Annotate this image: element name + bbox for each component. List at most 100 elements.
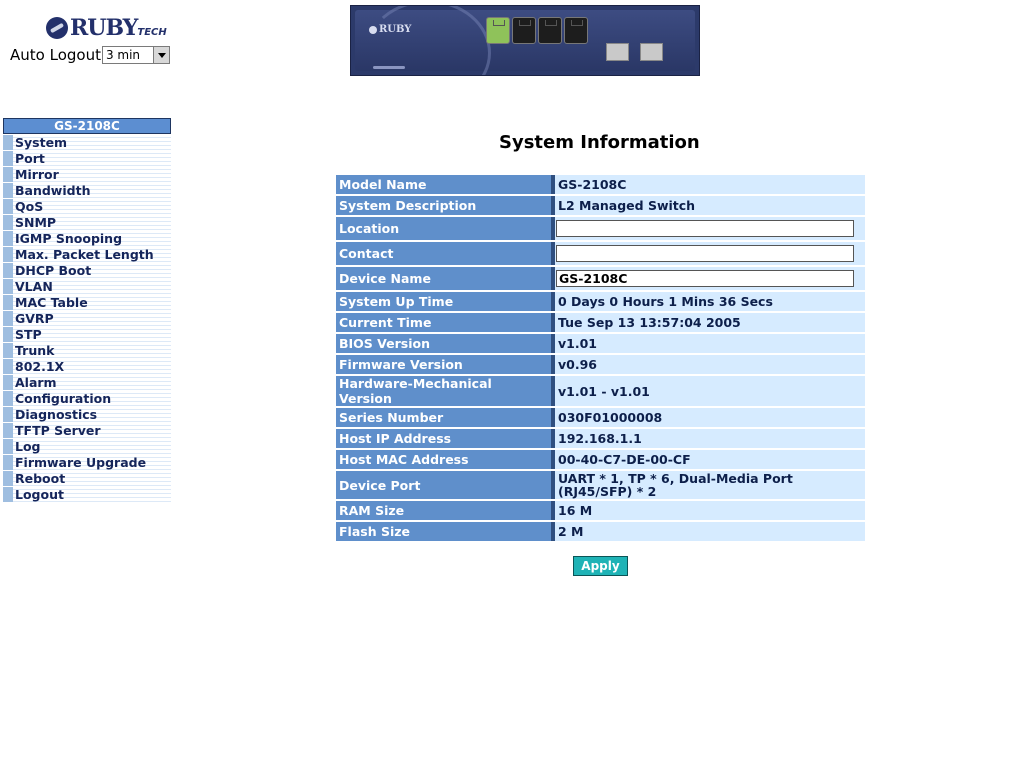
series-number-value: 030F01000008: [555, 408, 865, 427]
chevron-down-icon[interactable]: [152, 47, 169, 63]
sidebar-item-port[interactable]: Port: [3, 150, 171, 166]
device-port-value: UART * 1, TP * 6, Dual-Media Port (RJ45/…: [555, 471, 865, 499]
sidebar-item-logout[interactable]: Logout: [3, 486, 171, 502]
location-cell: [555, 217, 865, 240]
sidebar-item-tftp-server[interactable]: TFTP Server: [3, 422, 171, 438]
sfp-port-2-icon: [640, 43, 663, 61]
table-row: Device Name: [336, 267, 865, 290]
device-logo-text: RUBY: [379, 24, 412, 35]
sidebar-item-firmware-upgrade[interactable]: Firmware Upgrade: [3, 454, 171, 470]
menu-bullet-icon: [3, 454, 13, 470]
contact-input[interactable]: [556, 245, 854, 262]
system-description-label: System Description: [336, 196, 555, 215]
sidebar-item-label: IGMP Snooping: [15, 230, 123, 246]
series-number-label: Series Number: [336, 408, 555, 427]
sidebar-item-bandwidth[interactable]: Bandwidth: [3, 182, 171, 198]
sidebar-item-label: GVRP: [15, 310, 54, 326]
port-4-icon: [564, 17, 588, 44]
sidebar-item-label: Mirror: [15, 166, 59, 182]
sfp-port-1-icon: [606, 43, 629, 61]
table-row: Host MAC Address 00-40-C7-DE-00-CF: [336, 450, 865, 469]
menu-bullet-icon: [3, 198, 13, 214]
auto-logout-select[interactable]: 3 min: [101, 46, 170, 64]
ram-size-label: RAM Size: [336, 501, 555, 520]
sidebar-item-configuration[interactable]: Configuration: [3, 390, 171, 406]
sidebar-item-stp[interactable]: STP: [3, 326, 171, 342]
model-name-value: GS-2108C: [555, 175, 865, 194]
menu-bullet-icon: [3, 214, 13, 230]
sidebar-item-label: Diagnostics: [15, 406, 98, 422]
sidebar-item-label: TFTP Server: [15, 422, 101, 438]
device-slot: [373, 66, 405, 69]
sidebar-item-label: Bandwidth: [15, 182, 91, 198]
menu-bullet-icon: [3, 262, 13, 278]
port-2-icon: [512, 17, 536, 44]
current-time-label: Current Time: [336, 313, 555, 332]
menu-bullet-icon: [3, 358, 13, 374]
host-mac-address-label: Host MAC Address: [336, 450, 555, 469]
device-name-input[interactable]: [556, 270, 854, 287]
sidebar-item-label: Logout: [15, 486, 64, 502]
table-row: Model Name GS-2108C: [336, 175, 865, 194]
hardware-mechanical-version-value: v1.01 - v1.01: [555, 376, 865, 406]
menu-bullet-icon: [3, 406, 13, 422]
menu-bullet-icon: [3, 422, 13, 438]
apply-button[interactable]: Apply: [573, 556, 628, 576]
menu-bullet-icon: [3, 166, 13, 182]
flash-size-value: 2 M: [555, 522, 865, 541]
sidebar-item-label: Max. Packet Length: [15, 246, 154, 262]
sidebar-item-trunk[interactable]: Trunk: [3, 342, 171, 358]
logo-subtext: TECH: [137, 26, 167, 38]
sidebar-item-snmp[interactable]: SNMP: [3, 214, 171, 230]
hardware-mechanical-version-label: Hardware-Mechanical Version: [336, 376, 555, 406]
sidebar-item-mirror[interactable]: Mirror: [3, 166, 171, 182]
port-3-icon: [538, 17, 562, 44]
auto-logout-value: 3 min: [105, 48, 141, 62]
host-mac-address-value: 00-40-C7-DE-00-CF: [555, 450, 865, 469]
sidebar-item-vlan[interactable]: VLAN: [3, 278, 171, 294]
location-input[interactable]: [556, 220, 854, 237]
menu-bullet-icon: [3, 150, 13, 166]
sidebar-header[interactable]: GS-2108C: [3, 118, 171, 134]
sidebar-item-8021x[interactable]: 802.1X: [3, 358, 171, 374]
menu-bullet-icon: [3, 246, 13, 262]
sidebar-item-reboot[interactable]: Reboot: [3, 470, 171, 486]
table-row: Current Time Tue Sep 13 13:57:04 2005: [336, 313, 865, 332]
table-row: RAM Size 16 M: [336, 501, 865, 520]
sidebar-item-label: QoS: [15, 198, 44, 214]
table-row: BIOS Version v1.01: [336, 334, 865, 353]
sidebar-item-label: Firmware Upgrade: [15, 454, 147, 470]
host-ip-address-value: 192.168.1.1: [555, 429, 865, 448]
sidebar-item-dhcp-boot[interactable]: DHCP Boot: [3, 262, 171, 278]
sidebar-item-system[interactable]: System: [3, 134, 171, 150]
device-port-label: Device Port: [336, 471, 555, 499]
system-up-time-value: 0 Days 0 Hours 1 Mins 36 Secs: [555, 292, 865, 311]
system-up-time-label: System Up Time: [336, 292, 555, 311]
table-row: Contact: [336, 242, 865, 265]
menu-bullet-icon: [3, 342, 13, 358]
menu-bullet-icon: [3, 294, 13, 310]
sidebar-item-diagnostics[interactable]: Diagnostics: [3, 406, 171, 422]
sidebar-item-igmp-snooping[interactable]: IGMP Snooping: [3, 230, 171, 246]
sidebar-item-gvrp[interactable]: GVRP: [3, 310, 171, 326]
menu-bullet-icon: [3, 438, 13, 454]
table-row: Firmware Version v0.96: [336, 355, 865, 374]
table-row: Series Number 030F01000008: [336, 408, 865, 427]
auto-logout: Auto Logout 3 min: [10, 46, 170, 64]
table-row: Hardware-Mechanical Version v1.01 - v1.0…: [336, 376, 865, 406]
firmware-version-value: v0.96: [555, 355, 865, 374]
sidebar-item-alarm[interactable]: Alarm: [3, 374, 171, 390]
contact-label: Contact: [336, 242, 555, 265]
bios-version-label: BIOS Version: [336, 334, 555, 353]
flash-size-label: Flash Size: [336, 522, 555, 541]
sidebar-item-label: Trunk: [15, 342, 55, 358]
sidebar-item-log[interactable]: Log: [3, 438, 171, 454]
sidebar-item-label: Alarm: [15, 374, 57, 390]
sidebar-item-max-packet-length[interactable]: Max. Packet Length: [3, 246, 171, 262]
menu-bullet-icon: [3, 278, 13, 294]
model-name-label: Model Name: [336, 175, 555, 194]
page-title: System Information: [499, 132, 700, 153]
menu-bullet-icon: [3, 374, 13, 390]
sidebar-item-qos[interactable]: QoS: [3, 198, 171, 214]
sidebar-item-mac-table[interactable]: MAC Table: [3, 294, 171, 310]
